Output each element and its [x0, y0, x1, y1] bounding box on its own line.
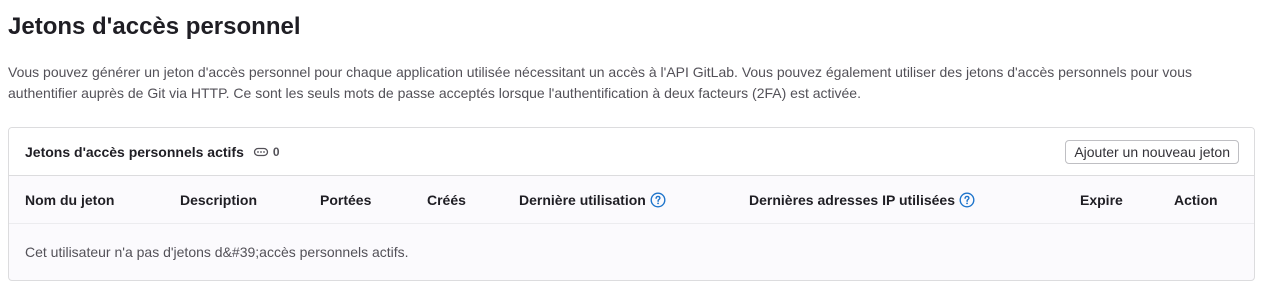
- column-header-name[interactable]: Nom du jeton: [25, 176, 114, 223]
- page: Jetons d'accès personnel Vous pouvez gén…: [0, 0, 1288, 281]
- active-tokens-card: Jetons d'accès personnels actifs 0 Ajout…: [8, 127, 1255, 281]
- column-label: Créés: [427, 191, 466, 208]
- column-label: Nom du jeton: [25, 191, 115, 208]
- question-circle-icon[interactable]: [959, 191, 975, 208]
- page-description: Vous pouvez générer un jeton d'accès per…: [8, 64, 1192, 101]
- empty-state-message: Cet utilisateur n'a pas d'jetons d&#39;a…: [25, 244, 409, 260]
- card-title: Jetons d'accès personnels actifs: [25, 143, 244, 160]
- token-icon: [253, 144, 273, 160]
- column-header-last-ips[interactable]: Dernières adresses IP utilisées: [749, 176, 975, 223]
- column-header-created[interactable]: Créés: [427, 176, 466, 223]
- column-label: Description: [180, 191, 258, 208]
- table-header: Nom du jeton Description Portées Créés D…: [9, 176, 1254, 224]
- column-label: Dernière utilisation: [519, 191, 646, 208]
- column-label: Dernières adresses IP utilisées: [749, 191, 955, 208]
- add-new-token-button[interactable]: Ajouter un nouveau jeton: [1065, 139, 1239, 164]
- column-header-expires[interactable]: Expire: [1080, 176, 1123, 223]
- card-header-left: Jetons d'accès personnels actifs 0: [25, 144, 280, 160]
- column-header-action: Action: [1174, 176, 1218, 223]
- column-label: Action: [1174, 191, 1218, 208]
- question-circle-icon[interactable]: [650, 191, 666, 208]
- token-count-badge: 0: [253, 144, 280, 160]
- card-header: Jetons d'accès personnels actifs 0 Ajout…: [9, 128, 1254, 176]
- column-label: Expire: [1080, 191, 1123, 208]
- column-header-scopes[interactable]: Portées: [320, 176, 371, 223]
- column-header-last-used[interactable]: Dernière utilisation: [519, 176, 666, 223]
- page-title: Jetons d'accès personnel: [8, 13, 301, 40]
- token-count: 0: [272, 144, 280, 159]
- column-label: Portées: [320, 191, 372, 208]
- column-header-description[interactable]: Description: [180, 176, 257, 223]
